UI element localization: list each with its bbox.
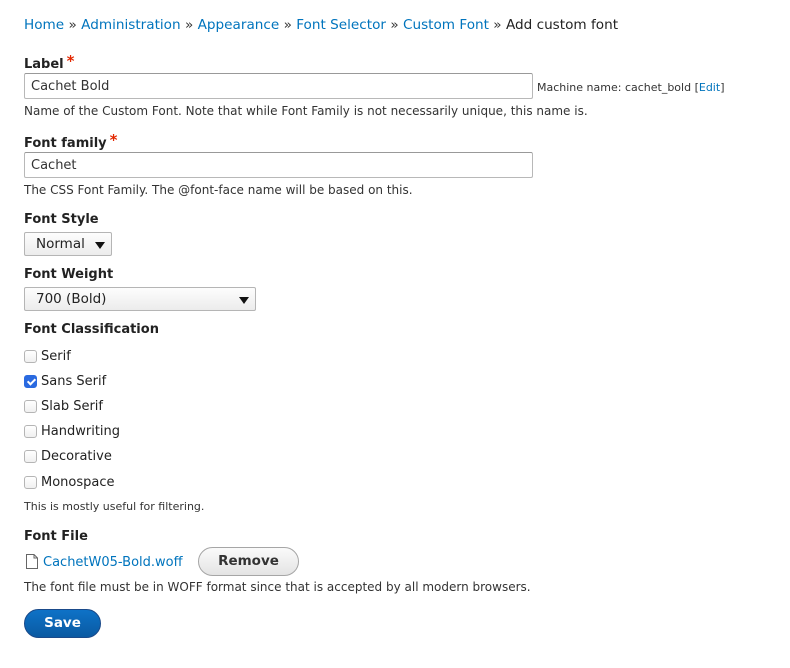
checkbox-sans-serif[interactable] xyxy=(24,374,37,388)
font-family-label: Font family * xyxy=(24,131,118,151)
breadcrumb-separator: » xyxy=(184,17,194,33)
checkbox-slab-serif[interactable] xyxy=(24,399,37,413)
machine-name: Machine name: cachet_bold [Edit] xyxy=(537,81,724,94)
font-weight-select[interactable]: 700 (Bold) xyxy=(24,287,256,311)
font-classification-description: This is mostly useful for filtering. xyxy=(24,500,205,513)
breadcrumb-font-selector-link[interactable]: Font Selector xyxy=(296,17,386,33)
breadcrumb-custom-font-link[interactable]: Custom Font xyxy=(403,17,489,33)
font-classification-label: Font Classification xyxy=(24,322,159,337)
checkbox-label[interactable]: Monospace xyxy=(41,475,115,490)
font-file-link[interactable]: CachetW05-Bold.woff xyxy=(43,555,183,570)
classification-option-serif[interactable]: Serif xyxy=(24,347,71,365)
checkbox-decorative[interactable] xyxy=(24,449,37,463)
machine-name-edit-link[interactable]: Edit xyxy=(699,81,720,94)
label-input[interactable] xyxy=(24,73,533,99)
checkbox-monospace[interactable] xyxy=(24,475,37,489)
label-field-label: Label * xyxy=(24,52,75,72)
required-marker: * xyxy=(66,52,75,70)
classification-option-sans-serif[interactable]: Sans Serif xyxy=(24,372,106,390)
checkbox-label[interactable]: Decorative xyxy=(41,449,112,464)
breadcrumb-home-link[interactable]: Home xyxy=(24,17,64,33)
breadcrumb-separator: » xyxy=(390,17,399,33)
chevron-down-icon xyxy=(239,297,249,304)
breadcrumb-appearance-link[interactable]: Appearance xyxy=(198,17,280,33)
classification-option-monospace[interactable]: Monospace xyxy=(24,473,115,491)
font-style-label: Font Style xyxy=(24,212,99,227)
machine-name-text: Machine name: cachet_bold [ xyxy=(537,81,699,94)
font-style-select[interactable]: Normal xyxy=(24,232,112,256)
remove-button[interactable]: Remove xyxy=(198,547,299,576)
label-field-description: Name of the Custom Font. Note that while… xyxy=(24,104,588,118)
font-family-label-text: Font family xyxy=(24,136,107,151)
font-weight-label: Font Weight xyxy=(24,267,114,282)
label-field-label-text: Label xyxy=(24,57,64,72)
checkbox-label[interactable]: Sans Serif xyxy=(41,374,106,389)
font-file-description: The font file must be in WOFF format sin… xyxy=(24,580,531,594)
font-style-selected-value: Normal xyxy=(36,236,85,252)
classification-option-slab-serif[interactable]: Slab Serif xyxy=(24,397,103,415)
breadcrumb-separator: » xyxy=(283,17,292,33)
machine-name-close: ] xyxy=(720,81,725,94)
checkbox-label[interactable]: Serif xyxy=(41,349,71,364)
classification-option-decorative[interactable]: Decorative xyxy=(24,447,112,465)
checkbox-handwriting[interactable] xyxy=(24,424,37,438)
checkbox-label[interactable]: Slab Serif xyxy=(41,399,103,414)
breadcrumb-current: Add custom font xyxy=(505,17,619,33)
font-family-description: The CSS Font Family. The @font-face name… xyxy=(24,183,413,197)
breadcrumb-separator: » xyxy=(493,17,502,33)
classification-option-handwriting[interactable]: Handwriting xyxy=(24,422,120,440)
checkbox-label[interactable]: Handwriting xyxy=(41,424,120,439)
breadcrumb: Home » Administration » Appearance » Fon… xyxy=(24,17,618,33)
required-marker: * xyxy=(109,131,118,149)
file-icon xyxy=(26,554,38,569)
font-weight-selected-value: 700 (Bold) xyxy=(36,291,107,307)
checkbox-serif[interactable] xyxy=(24,349,37,363)
font-file-label: Font File xyxy=(24,529,88,544)
chevron-down-icon xyxy=(95,242,105,249)
font-family-input[interactable] xyxy=(24,152,533,178)
breadcrumb-administration-link[interactable]: Administration xyxy=(81,17,180,33)
save-button[interactable]: Save xyxy=(24,609,101,638)
breadcrumb-separator: » xyxy=(68,17,77,33)
